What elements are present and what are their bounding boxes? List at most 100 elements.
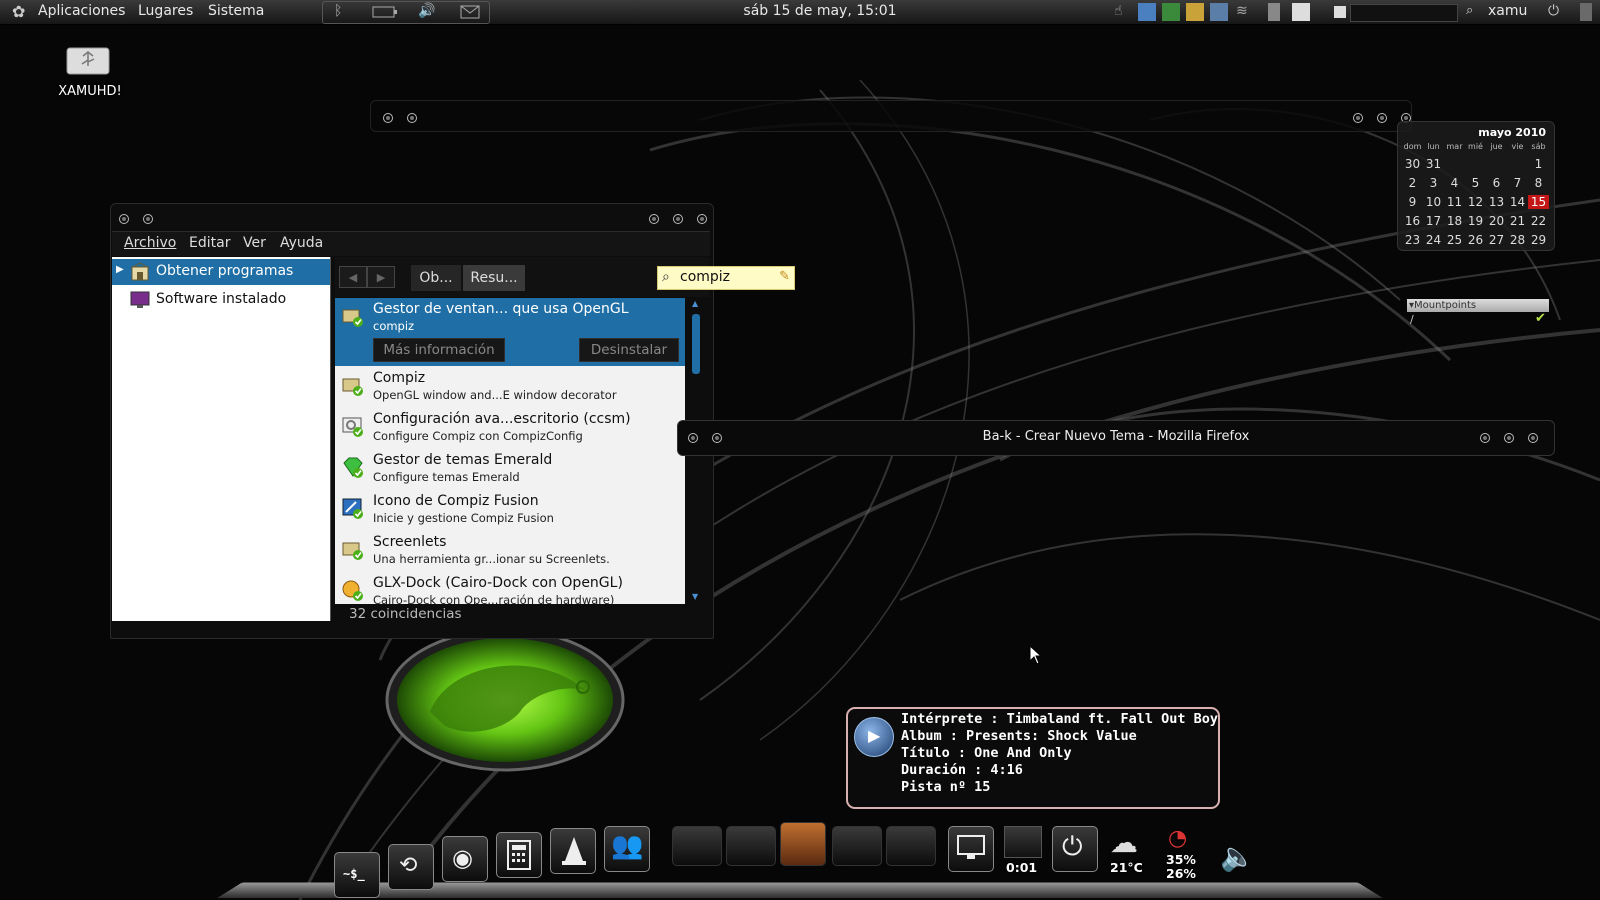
back-button[interactable]: ◀ xyxy=(339,266,367,288)
close-icon[interactable] xyxy=(1528,433,1538,443)
dock-music-player[interactable]: 0:01 xyxy=(1000,826,1044,880)
firefox-window-titlebar[interactable]: Ba-k - Crear Nuevo Tema - Mozilla Firefo… xyxy=(677,420,1555,456)
dock-update-manager[interactable]: ⟲ xyxy=(388,844,434,890)
window-menu-icon[interactable] xyxy=(383,113,393,123)
calendar-day-today[interactable]: 15 xyxy=(1528,195,1549,209)
dock-volume[interactable]: 🔈 xyxy=(1216,840,1256,880)
wifi-icon[interactable]: ≋ xyxy=(1236,3,1254,21)
calendar-day[interactable]: 29 xyxy=(1528,233,1549,247)
uninstall-button[interactable]: Desinstalar xyxy=(579,338,679,362)
battery-icon[interactable] xyxy=(372,3,397,21)
search-input[interactable]: ⌕ compiz ✎ xyxy=(657,266,795,290)
workspace-switcher-icon[interactable] xyxy=(1334,6,1346,18)
calendar-day[interactable]: 19 xyxy=(1465,214,1486,228)
panel-end-icon[interactable] xyxy=(1580,3,1592,21)
usb-drive-icon[interactable] xyxy=(65,42,111,78)
terminal-indicator-icon[interactable] xyxy=(1292,3,1310,21)
calendar-day[interactable]: 24 xyxy=(1423,233,1444,247)
sidebar-item-software-instalado[interactable]: Software instalado xyxy=(112,287,330,313)
calendar-day[interactable]: 20 xyxy=(1486,214,1507,228)
search-icon[interactable]: ⌕ xyxy=(1466,3,1484,21)
calendar-day[interactable]: 26 xyxy=(1465,233,1486,247)
calendar-day[interactable]: 3 xyxy=(1423,176,1444,190)
user-name[interactable]: xamu xyxy=(1488,3,1527,19)
scrollbar-thumb[interactable] xyxy=(692,314,700,374)
notes-indicator-icon[interactable] xyxy=(1186,3,1204,21)
removable-drive-icon[interactable] xyxy=(1268,3,1280,21)
calendar-day[interactable]: 10 xyxy=(1423,195,1444,209)
calendar-day[interactable]: 22 xyxy=(1528,214,1549,228)
calendar-day[interactable]: 9 xyxy=(1402,195,1423,209)
minimize-icon[interactable] xyxy=(649,214,659,224)
calendar-day[interactable]: 23 xyxy=(1402,233,1423,247)
hand-cursor-icon[interactable]: ☝ xyxy=(1114,3,1132,21)
clear-search-icon[interactable]: ✎ xyxy=(779,269,790,284)
calendar-day[interactable]: 25 xyxy=(1444,233,1465,247)
calendar-day[interactable]: 5 xyxy=(1465,176,1486,190)
calendar-day[interactable]: 7 xyxy=(1507,176,1528,190)
workspace-pager[interactable] xyxy=(1350,4,1458,22)
display-indicator-icon[interactable] xyxy=(1210,3,1228,21)
calendar-day[interactable]: 21 xyxy=(1507,214,1528,228)
calendar-day[interactable]: 27 xyxy=(1486,233,1507,247)
dock-firefox[interactable]: ◉ xyxy=(442,836,488,882)
dock-shutdown[interactable]: ⏻ xyxy=(1052,826,1098,872)
scroll-down-icon[interactable]: ▼ xyxy=(692,592,698,601)
menu-sistema[interactable]: Sistema xyxy=(208,3,264,19)
window-shade-icon[interactable] xyxy=(407,113,417,123)
volume-icon[interactable]: 🔊 xyxy=(418,3,436,21)
dock-window-software-center[interactable] xyxy=(672,826,722,866)
calendar-day[interactable]: 11 xyxy=(1444,195,1465,209)
dock-window-emerald[interactable] xyxy=(832,826,882,866)
mountpoints-title[interactable]: ▾Mountpoints xyxy=(1407,299,1549,312)
calendar-day[interactable]: 8 xyxy=(1528,176,1549,190)
window-menu-icon[interactable] xyxy=(119,214,129,224)
mountpoint-entry[interactable]: / xyxy=(1410,313,1414,326)
list-item[interactable]: Screenlets Una herramienta gr...ionar su… xyxy=(335,531,685,572)
panel-clock[interactable]: sáb 15 de may, 15:01 xyxy=(720,3,920,19)
menu-editar[interactable]: Editar xyxy=(189,235,230,251)
dock-contacts[interactable]: 👥 xyxy=(604,826,650,872)
maximize-icon[interactable] xyxy=(1377,113,1387,123)
minimize-icon[interactable] xyxy=(1353,113,1363,123)
sidebar-item-obtener-programas[interactable]: ▶ Obtener programas xyxy=(112,259,330,285)
list-item[interactable]: Compiz OpenGL window and...E window deco… xyxy=(335,367,685,408)
calendar-day[interactable]: 17 xyxy=(1423,214,1444,228)
dock-terminal[interactable]: ~$_ xyxy=(334,852,380,898)
scroll-up-icon[interactable]: ▲ xyxy=(692,299,698,308)
calendar-day[interactable]: 30 xyxy=(1402,157,1423,171)
menu-ver[interactable]: Ver xyxy=(243,235,266,251)
app-indicator-icon[interactable] xyxy=(1138,3,1156,21)
maximize-icon[interactable] xyxy=(673,214,683,224)
menu-lugares[interactable]: Lugares xyxy=(138,3,193,19)
calendar-day[interactable]: 31 xyxy=(1423,157,1444,171)
close-icon[interactable] xyxy=(697,214,707,224)
calendar-day[interactable]: 16 xyxy=(1402,214,1423,228)
menu-aplicaciones[interactable]: Aplicaciones xyxy=(38,3,125,19)
dock-vlc[interactable] xyxy=(550,828,596,874)
update-indicator-icon[interactable] xyxy=(1162,3,1180,21)
dock-desktop[interactable] xyxy=(948,826,994,872)
minimize-icon[interactable] xyxy=(1480,433,1490,443)
calendar-day[interactable]: 4 xyxy=(1444,176,1465,190)
list-item[interactable]: Configuración ava...escritorio (ccsm) Co… xyxy=(335,408,685,449)
calendar-day[interactable]: 1 xyxy=(1528,157,1549,171)
calendar-day[interactable]: 12 xyxy=(1465,195,1486,209)
calendar-day[interactable]: 14 xyxy=(1507,195,1528,209)
calendar-day[interactable]: 6 xyxy=(1486,176,1507,190)
dock-system-monitor[interactable]: ◔ 35% 26% xyxy=(1160,826,1206,882)
dock-window-firefox[interactable] xyxy=(886,826,936,866)
menu-ayuda[interactable]: Ayuda xyxy=(280,235,323,251)
play-button[interactable]: ▶ xyxy=(854,717,894,757)
expander-arrow-icon[interactable]: ▶ xyxy=(116,264,124,275)
window-shade-icon[interactable] xyxy=(143,214,153,224)
calendar-day[interactable]: 2 xyxy=(1402,176,1423,190)
menu-archivo[interactable]: Archivo xyxy=(124,235,176,251)
list-item[interactable]: Icono de Compiz Fusion Inicie y gestione… xyxy=(335,490,685,531)
ubuntu-logo-icon[interactable]: ✿ xyxy=(12,2,25,21)
power-icon[interactable]: ⏻ xyxy=(1548,3,1566,21)
calendar-day[interactable]: 13 xyxy=(1486,195,1507,209)
breadcrumb-obtener[interactable]: Ob... xyxy=(411,265,461,291)
list-item[interactable]: Gestor de ventan... que usa OpenGL compi… xyxy=(335,298,685,366)
list-item[interactable]: GLX-Dock (Cairo-Dock con OpenGL) Cairo-D… xyxy=(335,572,685,604)
